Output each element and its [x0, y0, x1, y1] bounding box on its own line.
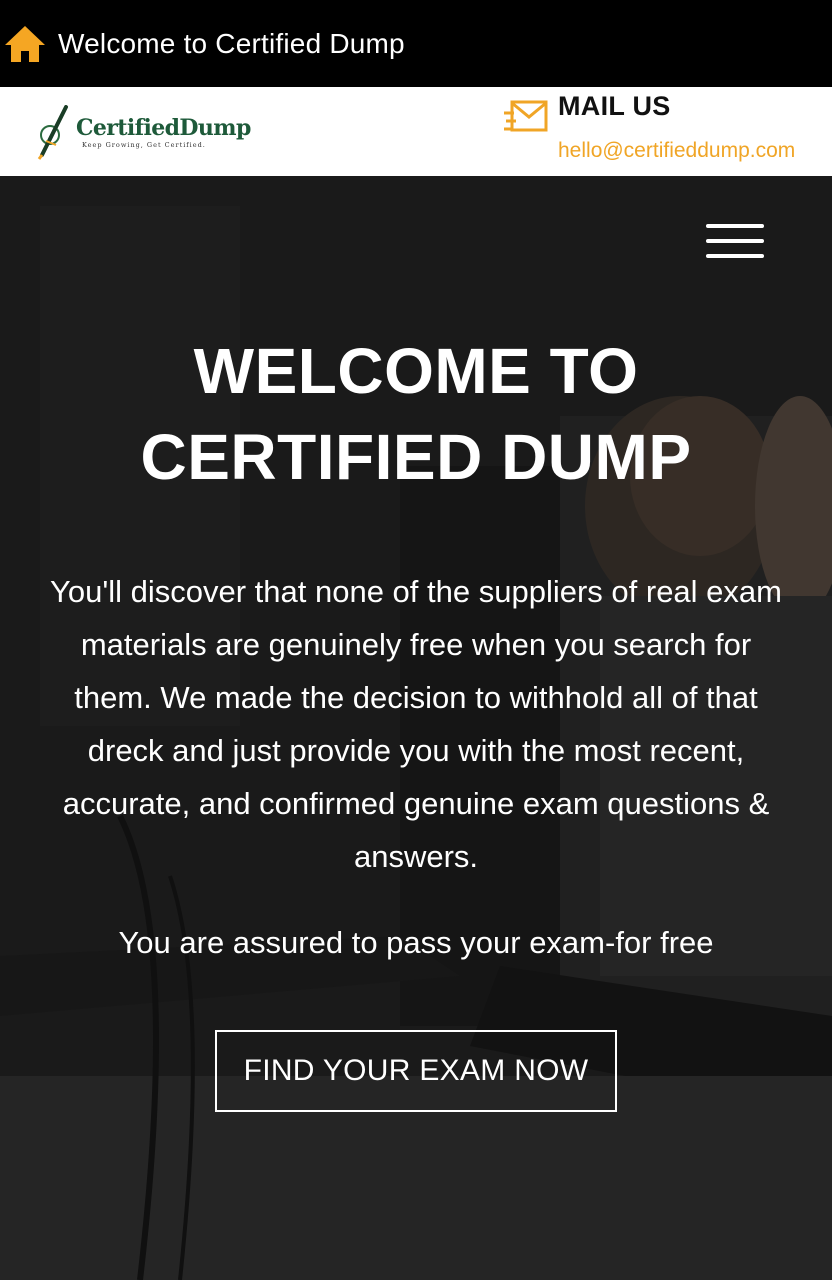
hero-section: WELCOME TO CERTIFIED DUMP You'll discove…	[0, 176, 832, 1280]
hero-subtitle: You are assured to pass your exam-for fr…	[118, 925, 714, 960]
mail-address-link[interactable]: hello@certifieddump.com	[558, 139, 795, 163]
hero-title: WELCOME TO CERTIFIED DUMP	[140, 335, 692, 493]
logo-brand-text: CertifiedDump	[76, 115, 251, 141]
hero-description: You'll discover that none of the supplie…	[50, 574, 782, 874]
envelope-icon	[504, 99, 550, 135]
logo-tagline: Keep Growing, Get Certified.	[82, 141, 206, 149]
mail-us-label: MAIL US	[558, 91, 671, 121]
site-header: CertifiedDump Keep Growing, Get Certifie…	[0, 87, 832, 176]
pen-logo-icon	[37, 105, 68, 160]
hamburger-menu-icon[interactable]	[706, 222, 766, 262]
app-title: Welcome to Certified Dump	[58, 27, 405, 59]
find-exam-button[interactable]: FIND YOUR EXAM NOW	[215, 1030, 617, 1112]
site-logo[interactable]: CertifiedDump Keep Growing, Get Certifie…	[36, 105, 251, 161]
app-bar: Welcome to Certified Dump	[0, 0, 832, 87]
home-icon[interactable]	[2, 22, 48, 66]
